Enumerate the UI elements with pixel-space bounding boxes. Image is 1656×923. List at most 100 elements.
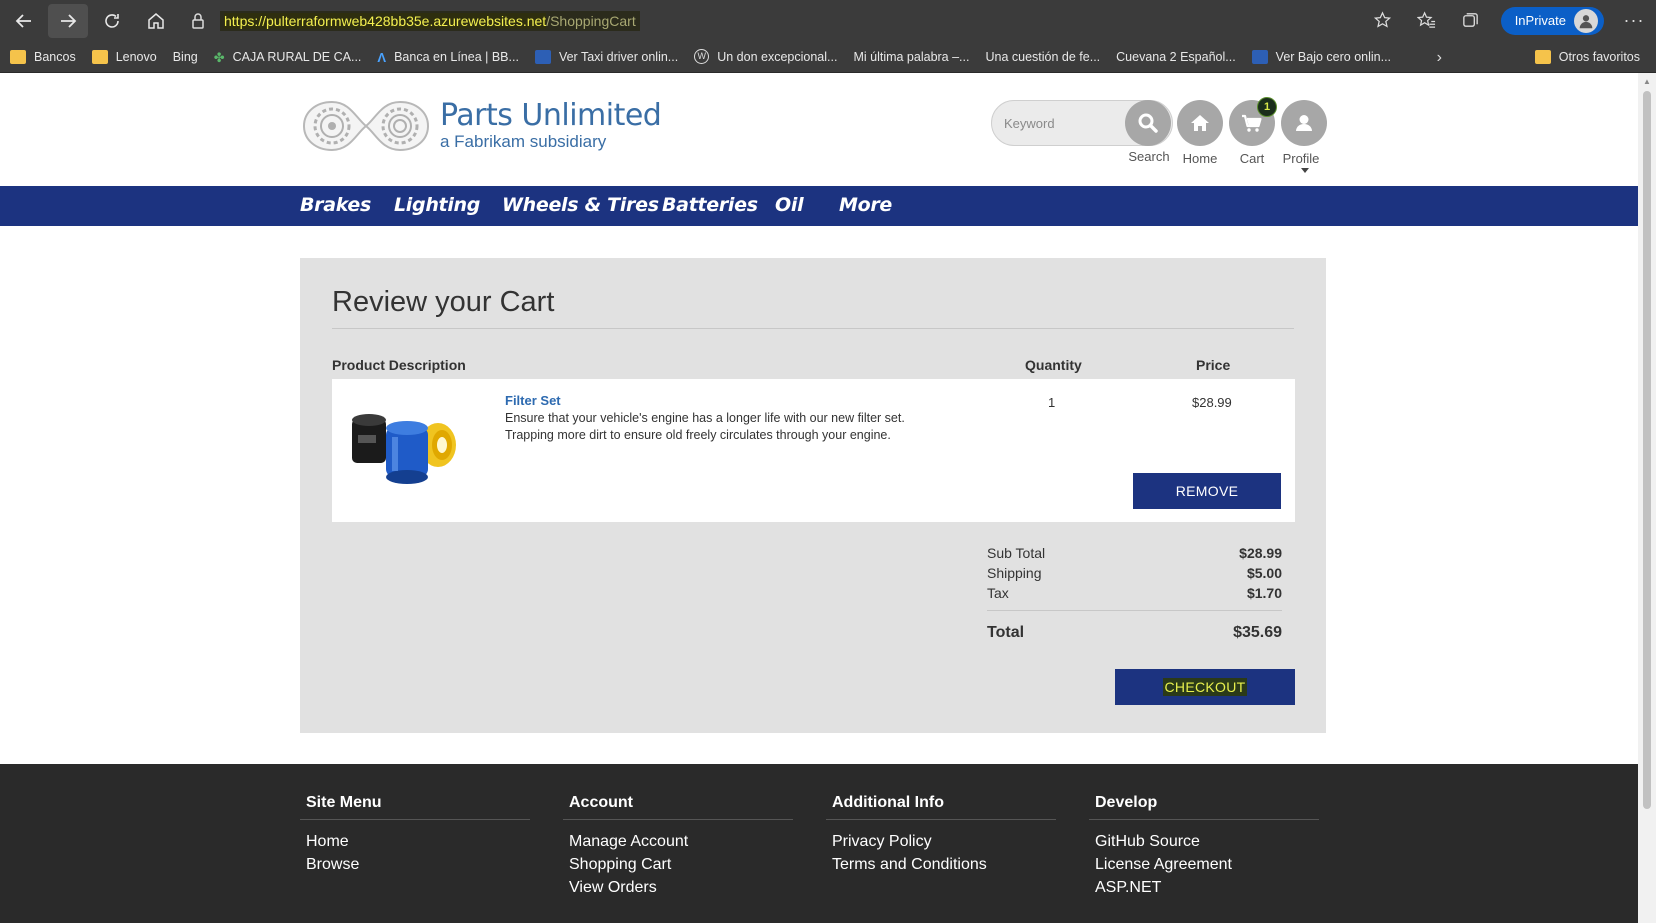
checkout-button[interactable]: CHECKOUT xyxy=(1115,669,1295,705)
column-header-price: Price xyxy=(1196,357,1231,373)
collections-icon xyxy=(1463,13,1479,27)
folder-icon xyxy=(10,49,26,64)
logo-subtitle: a Fabrikam subsidiary xyxy=(440,132,607,151)
web-page: Parts Unlimited a Fabrikam subsidiary Se… xyxy=(0,73,1638,923)
footer-col-account: Account Manage Account Shopping Cart Vie… xyxy=(563,794,793,899)
caret-down-icon[interactable] xyxy=(1301,168,1309,173)
address-bar[interactable]: https://pulterraformweb428bb35e.azureweb… xyxy=(178,5,1402,36)
more-dots-icon: ··· xyxy=(1623,10,1645,30)
favorite-bancos[interactable]: Bancos xyxy=(2,49,84,64)
inprivate-badge[interactable]: InPrivate xyxy=(1500,6,1604,35)
chevron-right-icon[interactable]: › xyxy=(1437,49,1442,67)
subtotal-label: Sub Total xyxy=(987,545,1046,561)
footer-link-privacy[interactable]: Privacy Policy xyxy=(826,830,1056,853)
settings-more-button[interactable]: ··· xyxy=(1612,4,1656,38)
footer-link-view-orders[interactable]: View Orders xyxy=(563,876,793,899)
site-header: Parts Unlimited a Fabrikam subsidiary Se… xyxy=(0,73,1638,186)
home-outline-icon xyxy=(148,12,164,29)
favorites-star-icon xyxy=(1417,11,1436,28)
nav-batteries[interactable]: Batteries xyxy=(662,194,758,216)
footer-heading: Site Menu xyxy=(300,794,530,820)
item-quantity: 1 xyxy=(1048,395,1056,410)
folder-icon xyxy=(91,49,108,64)
site-logo[interactable]: Parts Unlimited a Fabrikam subsidiary xyxy=(300,94,662,158)
footer-col-develop: Develop GitHub Source License Agreement … xyxy=(1089,794,1319,899)
profile-button[interactable] xyxy=(1281,100,1327,146)
favorite-label: Ver Bajo cero onlin... xyxy=(1275,49,1392,64)
favorite-ultima-palabra[interactable]: Mi última palabra –... xyxy=(0,50,977,129)
nav-lighting[interactable]: Lighting xyxy=(394,194,480,216)
nav-wheels-tires[interactable]: Wheels & Tires xyxy=(502,194,659,216)
tax-label: Tax xyxy=(987,585,1009,601)
favorite-lenovo[interactable]: Lenovo xyxy=(84,49,165,64)
user-avatar-icon xyxy=(1574,8,1598,33)
scroll-up-icon[interactable]: ▲ xyxy=(1643,77,1651,86)
refresh-icon xyxy=(105,13,119,28)
home-button[interactable] xyxy=(1177,100,1223,146)
favorite-label: Una cuestión de fe... xyxy=(985,49,1101,64)
favorite-bing[interactable]: Bing xyxy=(0,49,206,129)
refresh-button[interactable] xyxy=(92,4,132,38)
url-path: /ShoppingCart xyxy=(546,12,636,29)
logo-title: Parts Unlimited xyxy=(440,98,662,133)
forward-arrow-icon xyxy=(61,13,77,28)
favorite-other[interactable]: Otros favoritos xyxy=(1527,41,1648,73)
footer-heading: Additional Info xyxy=(826,794,1056,820)
remove-button[interactable]: REMOVE xyxy=(1133,473,1281,509)
collections-button[interactable] xyxy=(1449,4,1493,38)
add-favorite-button[interactable] xyxy=(1361,4,1405,38)
cart-panel: Review your Cart Product Description Qua… xyxy=(300,258,1326,733)
favorites-button[interactable] xyxy=(1405,4,1449,38)
favorite-bajo-cero[interactable]: Ver Bajo cero onlin... xyxy=(1244,49,1399,64)
page-scrollbar[interactable]: ▲ xyxy=(1638,73,1656,923)
favorite-cuevana[interactable]: Cuevana 2 Español... xyxy=(0,49,1244,129)
total-label: Total xyxy=(987,624,1025,641)
footer-link-aspnet[interactable]: ASP.NET xyxy=(1089,876,1319,899)
favorite-cuestion-fe[interactable]: Una cuestión de fe... xyxy=(0,49,1108,129)
search-button[interactable] xyxy=(1125,100,1171,146)
favorite-caja-rural[interactable]: ✤ CAJA RURAL DE CA... xyxy=(206,49,370,65)
nav-brakes[interactable]: Brakes xyxy=(300,194,371,216)
footer-heading: Develop xyxy=(1089,794,1319,820)
favorite-label: Bancos xyxy=(34,49,76,64)
folder-icon xyxy=(1534,50,1551,64)
shipping-label: Shipping xyxy=(987,565,1042,581)
video-icon xyxy=(1251,49,1268,64)
search-input[interactable] xyxy=(992,101,1130,145)
url-host: https://pulterraformweb428bb35e.azureweb… xyxy=(224,12,547,29)
footer-link-manage-account[interactable]: Manage Account xyxy=(563,830,793,853)
favorite-label: Ver Taxi driver onlin... xyxy=(558,49,679,64)
nav-oil[interactable]: Oil xyxy=(775,194,804,216)
footer-link-shopping-cart[interactable]: Shopping Cart xyxy=(563,853,793,876)
star-plus-icon xyxy=(1374,11,1392,28)
favorite-label: CAJA RURAL DE CA... xyxy=(232,49,362,64)
footer-link-terms[interactable]: Terms and Conditions xyxy=(826,853,1056,876)
favorite-don-excepcional[interactable]: W Un don excepcional... xyxy=(686,49,845,64)
product-name-link[interactable]: Filter Set xyxy=(505,393,561,408)
footer-link-license[interactable]: License Agreement xyxy=(1089,853,1319,876)
footer-col-site-menu: Site Menu Home Browse xyxy=(300,794,530,876)
footer-link-home[interactable]: Home xyxy=(300,830,530,853)
filter-set-product-image[interactable] xyxy=(350,409,462,487)
scrollbar-thumb[interactable] xyxy=(1643,91,1651,809)
favorite-taxi-driver[interactable]: Ver Taxi driver onlin... xyxy=(527,49,686,64)
favorite-label: Otros favoritos xyxy=(1558,50,1640,64)
forward-button[interactable] xyxy=(48,3,88,38)
shipping-value: $5.00 xyxy=(1246,565,1282,581)
footer-link-browse[interactable]: Browse xyxy=(300,853,530,876)
home-label: Home xyxy=(1182,151,1218,166)
search-icon xyxy=(1138,113,1158,133)
back-button[interactable] xyxy=(4,4,44,38)
product-description: Ensure that your vehicle's engine has a … xyxy=(505,411,905,442)
bank-icon: Λ xyxy=(377,49,387,65)
home-browser-button[interactable] xyxy=(136,4,176,38)
favorite-label: Bing xyxy=(172,49,198,64)
favorite-banca-linea[interactable]: Λ Banca en Línea | BB... xyxy=(369,49,527,65)
category-nav: Brakes Lighting Wheels & Tires Batteries… xyxy=(0,186,1638,226)
gears-logo-icon xyxy=(302,100,430,152)
favorite-label: Cuevana 2 Español... xyxy=(1116,49,1236,64)
column-header-quantity: Quantity xyxy=(1025,357,1082,373)
footer-link-github[interactable]: GitHub Source xyxy=(1089,830,1319,853)
nav-more[interactable]: More xyxy=(839,194,892,216)
home-icon xyxy=(1191,115,1209,131)
